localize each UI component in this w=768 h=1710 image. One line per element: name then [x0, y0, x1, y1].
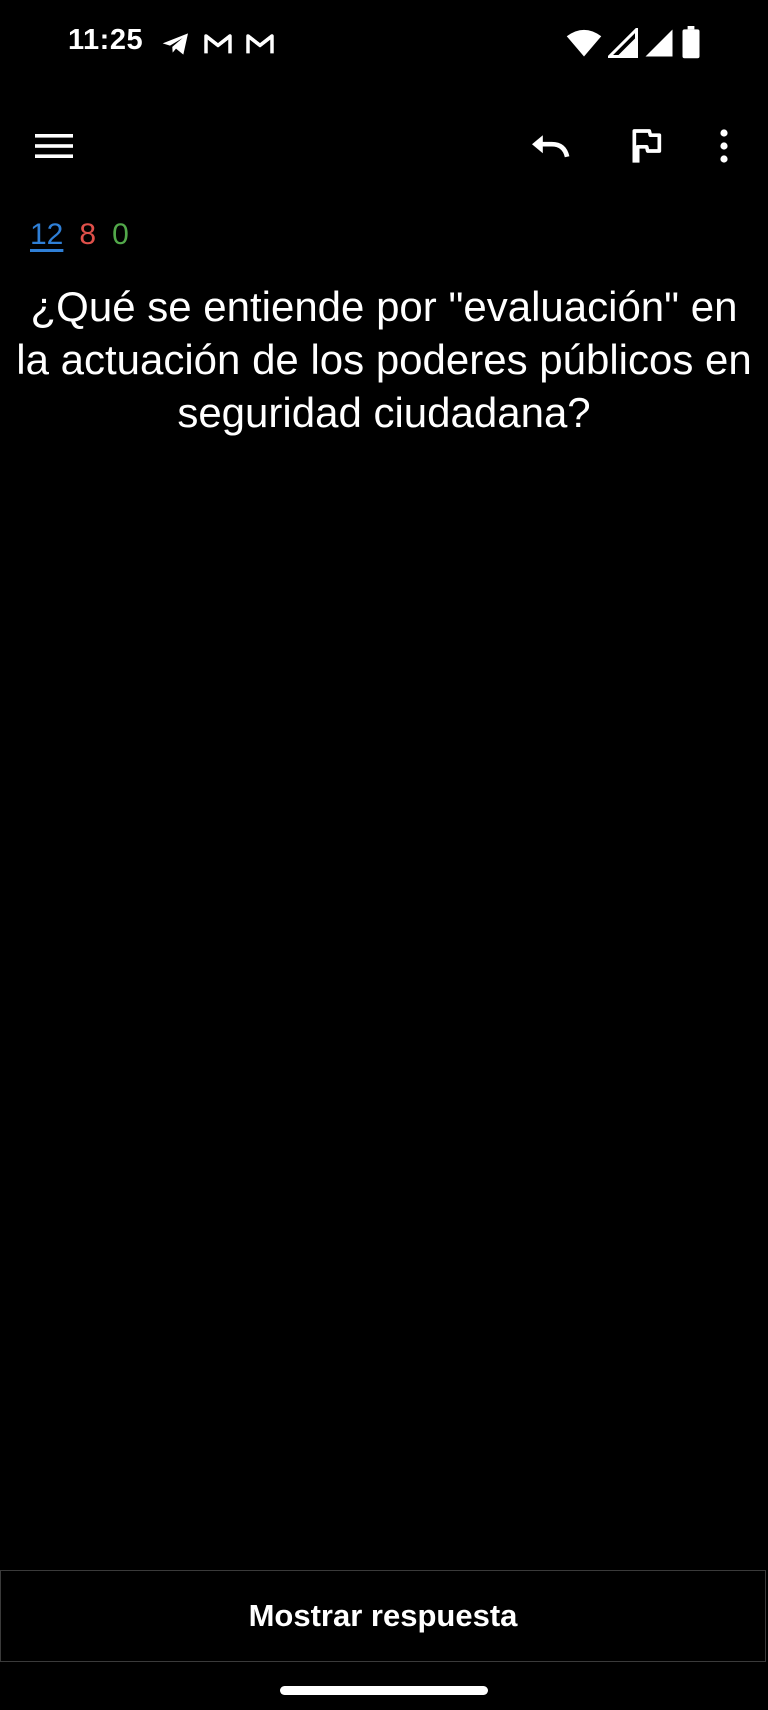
more-options-button[interactable] [688, 110, 760, 186]
system-icons [566, 25, 702, 65]
show-answer-button[interactable]: Mostrar respuesta [0, 1570, 766, 1662]
gmail-icon [202, 28, 234, 65]
telegram-icon [160, 28, 192, 65]
toolbar [0, 110, 768, 186]
undo-icon [528, 128, 572, 169]
cell-signal-icon [644, 28, 674, 63]
more-vert-icon [718, 128, 730, 169]
menu-icon [34, 131, 74, 166]
status-time: 11:25 [68, 24, 144, 56]
card-counts: 12 8 0 [30, 218, 129, 252]
status-bar: 11:25 [0, 0, 768, 90]
flag-icon [626, 126, 666, 171]
learning-count: 8 [79, 218, 97, 251]
review-count: 0 [112, 218, 129, 251]
new-count: 12 [30, 218, 64, 251]
cell-signal-icon [605, 25, 638, 63]
menu-button[interactable] [18, 110, 90, 186]
wifi-icon [566, 27, 602, 64]
home-indicator[interactable] [280, 1686, 488, 1695]
gmail-icon [244, 28, 276, 65]
battery-icon [680, 26, 702, 65]
card-question: ¿Qué se entiende por "evaluación" en la … [16, 283, 752, 436]
flag-button[interactable] [610, 110, 682, 186]
undo-button[interactable] [514, 110, 586, 186]
notification-icons [160, 28, 276, 65]
